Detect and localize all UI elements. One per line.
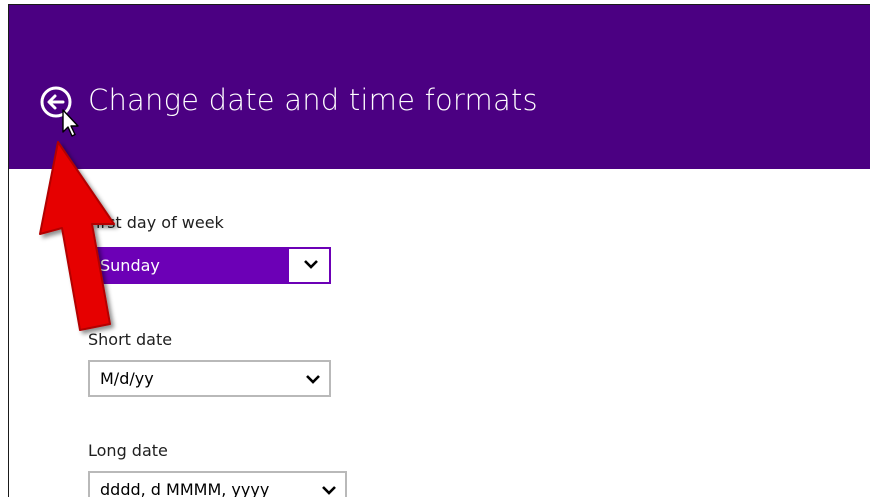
- first-day-of-week-value: Sunday: [100, 256, 160, 275]
- back-arrow-circle-icon: [40, 86, 72, 118]
- back-button[interactable]: [39, 85, 73, 119]
- first-day-of-week-select[interactable]: Sunday: [88, 247, 331, 284]
- short-date-value: M/d/yy: [100, 369, 154, 388]
- first-day-of-week-label: First day of week: [88, 213, 224, 232]
- short-date-label: Short date: [88, 330, 173, 349]
- long-date-value: dddd, d MMMM, yyyy: [100, 480, 270, 497]
- chevron-down-icon: [322, 486, 336, 495]
- long-date-label: Long date: [88, 441, 168, 460]
- page-title: Change date and time formats: [88, 83, 538, 117]
- long-date-select[interactable]: dddd, d MMMM, yyyy: [88, 471, 347, 497]
- chevron-down-icon: [306, 375, 320, 384]
- chevron-down-icon: [304, 260, 318, 269]
- short-date-select[interactable]: M/d/yy: [88, 360, 331, 397]
- settings-window: Change date and time formats First day o…: [0, 0, 870, 497]
